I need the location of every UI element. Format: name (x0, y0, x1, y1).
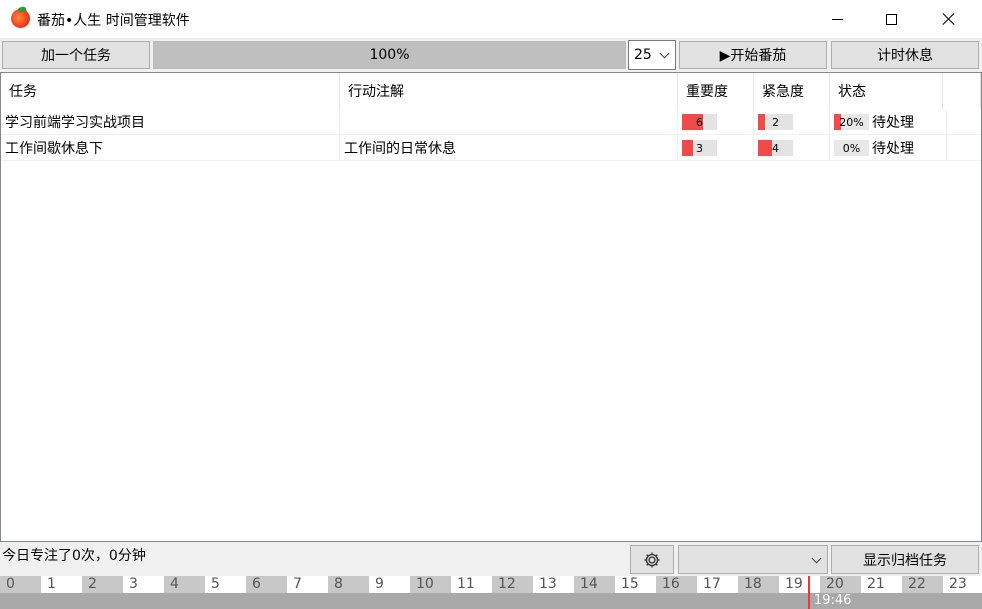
timeline-hour-label: 3 (123, 576, 164, 593)
importance-bar: 3 (682, 140, 717, 156)
column-header-importance[interactable]: 重要度 (678, 73, 754, 109)
task-name-cell: 学习前端学习实战项目 (5, 109, 340, 135)
status-text: 待处理 (872, 115, 914, 131)
timed-rest-button[interactable]: 计时休息 (831, 41, 979, 69)
urgency-value: 4 (772, 141, 779, 155)
urgency-bar: 2 (758, 114, 793, 130)
timeline-hour-label: 15 (615, 576, 656, 593)
task-progress-bar: 0% (834, 140, 869, 156)
urgency-bar: 4 (758, 140, 793, 156)
show-archived-tasks-button[interactable]: 显示归档任务 (831, 545, 979, 574)
start-pomodoro-button[interactable]: ▶开始番茄 (679, 41, 827, 69)
timeline-hour-label: 5 (205, 576, 246, 593)
timeline-hour-label: 2 (82, 576, 123, 593)
close-button[interactable] (926, 0, 972, 38)
timeline-hour-label: 13 (533, 576, 574, 593)
timeline-hour-label: 4 (164, 576, 205, 593)
focus-summary: 今日专注了0次，0分钟 (2, 548, 146, 564)
gear-icon (644, 552, 660, 567)
current-time-marker (808, 576, 810, 609)
close-icon (942, 12, 956, 26)
column-header-task[interactable]: 任务 (1, 73, 340, 109)
timeline-hour-label: 21 (861, 576, 902, 593)
timeline-hour-label: 1 (41, 576, 82, 593)
task-progress-bar: 20% (834, 114, 869, 130)
title-bar: 番茄•人生 时间管理软件 (0, 0, 982, 38)
table-row[interactable]: 学习前端学习实战项目 6 2 20% 待处理 (1, 109, 981, 135)
timeline-hour-label: 14 (574, 576, 615, 593)
task-note-cell: 工作间的日常休息 (340, 135, 678, 161)
column-header-status[interactable]: 状态 (830, 73, 943, 109)
timeline-hour-label: 18 (738, 576, 779, 593)
toolbar: 加一个任务 100% 25 ▶开始番茄 计时休息 (0, 38, 982, 72)
day-timeline: 23 22 21 20 19 18 17 16 15 14 13 12 11 10 9 8 7 6 5 4 3 2 1 0 1… (0, 576, 982, 609)
minimize-button[interactable] (814, 0, 860, 38)
settings-button[interactable] (630, 545, 674, 574)
task-table: 任务 行动注解 重要度 紧急度 状态 学习前端学习实战项目 6 2 20% 待处… (0, 72, 982, 542)
maximize-button[interactable] (868, 0, 914, 38)
column-header-urgency[interactable]: 紧急度 (754, 73, 830, 109)
urgency-value: 2 (772, 115, 779, 129)
filter-select[interactable] (678, 545, 828, 574)
importance-cell: 3 (678, 135, 754, 161)
timeline-hour-label: 16 (656, 576, 697, 593)
importance-bar: 6 (682, 114, 717, 130)
timeline-hour-label: 19 (779, 576, 820, 593)
task-progress-value: 0% (842, 141, 861, 155)
timeline-hour-label: 7 (287, 576, 328, 593)
add-task-button[interactable]: 加一个任务 (2, 41, 150, 69)
maximize-icon (885, 13, 897, 25)
status-bar: 今日专注了0次，0分钟 显示归档任务 (0, 542, 982, 576)
minimize-icon (831, 18, 843, 20)
timeline-hour-label: 0 (0, 576, 41, 593)
urgency-cell: 4 (754, 135, 830, 161)
status-cell: 0% 待处理 (830, 135, 947, 161)
timeline-hour-label: 22 (902, 576, 943, 593)
status-cell: 20% 待处理 (830, 109, 947, 135)
timeline-hour-label: 23 (943, 576, 982, 593)
chevron-down-icon (659, 48, 670, 59)
timeline-hour-label: 8 (328, 576, 369, 593)
timeline-hour-label: 20 (820, 576, 861, 593)
pomodoro-progress-bar: 100% (153, 41, 626, 69)
timeline-hour-label: 9 (369, 576, 410, 593)
task-progress-value: 20% (839, 115, 864, 129)
importance-value: 3 (696, 141, 703, 155)
chevron-down-icon (811, 553, 822, 564)
window-title: 番茄•人生 时间管理软件 (37, 13, 190, 29)
column-header-extra (943, 73, 981, 109)
task-name-cell: 工作间歇休息下 (5, 135, 340, 161)
urgency-cell: 2 (754, 109, 830, 135)
table-row[interactable]: 工作间歇休息下 工作间的日常休息 3 4 0% 待处理 (1, 135, 981, 161)
current-time-label: 19:46 (814, 593, 852, 608)
importance-cell: 6 (678, 109, 754, 135)
timeline-hour-label: 10 (410, 576, 451, 593)
minutes-select[interactable]: 25 (628, 40, 676, 70)
task-note-cell (340, 109, 678, 135)
status-text: 待处理 (872, 141, 914, 157)
importance-value: 6 (696, 115, 703, 129)
minutes-value: 25 (634, 47, 652, 63)
column-header-note[interactable]: 行动注解 (340, 73, 678, 109)
timeline-hour-label: 12 (492, 576, 533, 593)
progress-text: 100% (369, 47, 410, 63)
tomato-app-icon (11, 6, 30, 28)
timeline-hour-label: 11 (451, 576, 492, 593)
timeline-hour-label: 6 (246, 576, 287, 593)
timeline-hour-label: 17 (697, 576, 738, 593)
